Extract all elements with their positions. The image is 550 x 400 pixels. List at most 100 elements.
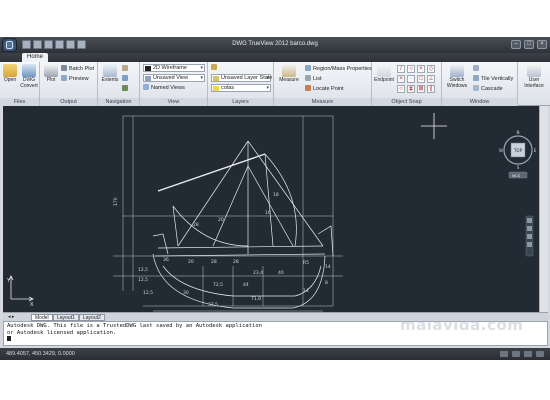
dim-label: 36 [163,257,169,263]
snap-parallel-icon[interactable]: ∥ [427,85,435,93]
close-button[interactable]: × [537,40,547,49]
steering-wheel-button[interactable] [122,85,130,93]
batch-plot-button[interactable]: Batch Plot [61,65,94,73]
dim-label: 170 [113,197,119,206]
maximize-button[interactable]: □ [524,40,534,49]
snap-insertion-icon[interactable]: □ [417,75,425,83]
shroud-1 [212,165,249,247]
layer-state-dropdown[interactable]: Unsaved Layer State ▾ [211,74,272,82]
preview-button[interactable]: Preview [61,75,89,83]
dim-label: 28 [233,259,239,265]
dim-label: 12,5 [138,277,148,283]
navigation-panel: Extents Navigation [98,62,140,106]
layer-dropdown[interactable]: cotas ▾ [211,84,271,92]
snap-extension-icon[interactable]: · [407,75,415,83]
switch-windows-button[interactable]: Switch Windows [444,64,470,89]
region-mass-properties-button[interactable]: Region/Mass Properties [305,65,372,73]
dim-label: 37,5 [208,302,218,308]
view-icon [145,76,151,81]
navigation-panel-label: Navigation [98,98,139,106]
command-prompt[interactable] [7,336,544,344]
viewcube[interactable]: TOP N S E W WCS [499,130,537,179]
window-panel: Switch Windows Tile Vertically Cascade W… [442,62,518,106]
stern-detail [152,233,169,255]
open-button[interactable]: Open [1,64,19,84]
viewcube-top: TOP [513,148,523,153]
chevron-down-icon: ▾ [266,75,269,81]
lock-icon[interactable] [524,351,532,357]
dim-label: 72,5 [213,282,223,288]
tile-horizontally-button[interactable] [473,65,481,73]
fullscreen-icon[interactable] [536,351,544,357]
pan-button[interactable] [122,65,130,73]
snap-perpendicular-icon[interactable]: ⊥ [427,75,435,83]
dim-label: 23,4 [253,270,263,276]
saved-view-dropdown[interactable]: Unsaved View ▾ [143,74,205,82]
layout-nav-arrows[interactable]: ◂ ▸ [5,314,17,321]
measure-button[interactable]: Measure [276,64,302,84]
snap-midpoint-icon[interactable]: / [397,65,405,73]
sail-leech [264,153,297,247]
title-bar: DWG TrueView 2012 barco.dwg – □ × [0,37,550,53]
batch-plot-icon [61,65,67,71]
workspace-icon[interactable] [512,351,520,357]
window-controls: – □ × [511,40,547,49]
extents-button[interactable]: Extents [101,64,119,84]
cascade-button[interactable]: Cascade [473,85,503,93]
user-interface-button[interactable]: User Interface [520,64,548,89]
sheet-line [264,153,274,247]
view-panel-label: View [140,98,207,106]
locate-point-button[interactable]: Locate Point [305,85,344,93]
measure-panel-label: Measure [274,98,371,106]
orbit-button[interactable] [122,75,130,83]
output-panel-label: Output [40,98,97,106]
layer-properties-button[interactable] [211,64,219,72]
compass-s: S [517,165,520,170]
text-cursor [7,336,11,341]
snap-tangent-icon[interactable]: ○ [397,85,405,93]
bow-detail [317,225,334,257]
tab-model[interactable]: Model [31,314,53,321]
dwg-convert-button[interactable]: DWG Convert [20,64,38,89]
pan-hand-icon [122,65,128,71]
tab-layout1[interactable]: Layout1 [53,314,79,321]
orbit-icon [122,75,128,81]
dim-label: 14 [303,288,309,294]
folder-icon [3,64,17,77]
crosshair-cursor [421,113,447,139]
annotation-scale-icon[interactable] [500,351,508,357]
layer-state-icon [213,76,219,81]
list-button[interactable]: List [305,75,322,83]
tile-vertically-button[interactable]: Tile Vertically [473,75,513,83]
plot-button[interactable]: Plot [42,64,60,84]
named-views-button[interactable]: Named Views [143,84,185,92]
switch-windows-icon [450,64,464,77]
snap-nearest-icon[interactable]: ⧗ [407,85,415,93]
vertical-scrollbar[interactable] [539,106,548,312]
tab-home[interactable]: Home [22,53,49,62]
snap-intersection-icon[interactable]: × [397,75,405,83]
layers-panel-label: Layers [208,98,273,106]
layers-panel: Unsaved Layer State ▾ cotas ▾ Layers [208,62,274,106]
minimize-button[interactable]: – [511,40,521,49]
drawing-canvas[interactable]: 170 12,5 12,5 36 20 28 28 16 18 23,4 40 … [3,106,539,312]
endpoint-snap-icon [377,64,391,77]
shroud-2 [247,165,294,247]
compass-w: W [499,148,503,153]
ribbon-tab-row: Home [0,53,550,62]
visual-style-dropdown[interactable]: 2D Wireframe ▾ [143,64,205,72]
tab-layout2[interactable]: Layout2 [79,314,105,321]
view-panel: 2D Wireframe ▾ Unsaved View ▾ Named Views … [140,62,208,106]
navigation-bar[interactable] [525,215,534,257]
snap-center-icon[interactable]: ○ [407,65,415,73]
snap-node-icon[interactable]: × [417,65,425,73]
window-panel-label: Window [442,98,517,106]
snap-quadrant-icon[interactable]: ◇ [427,65,435,73]
chevron-down-icon: ▾ [266,85,269,91]
dim-label: 18 [273,192,279,198]
snap-apparent-icon[interactable]: ⊠ [417,85,425,93]
endpoint-button[interactable]: Endpoint [373,64,395,84]
wcs-label: WCS [512,174,521,178]
preview-icon [61,75,67,81]
user-interface-icon [527,64,541,77]
